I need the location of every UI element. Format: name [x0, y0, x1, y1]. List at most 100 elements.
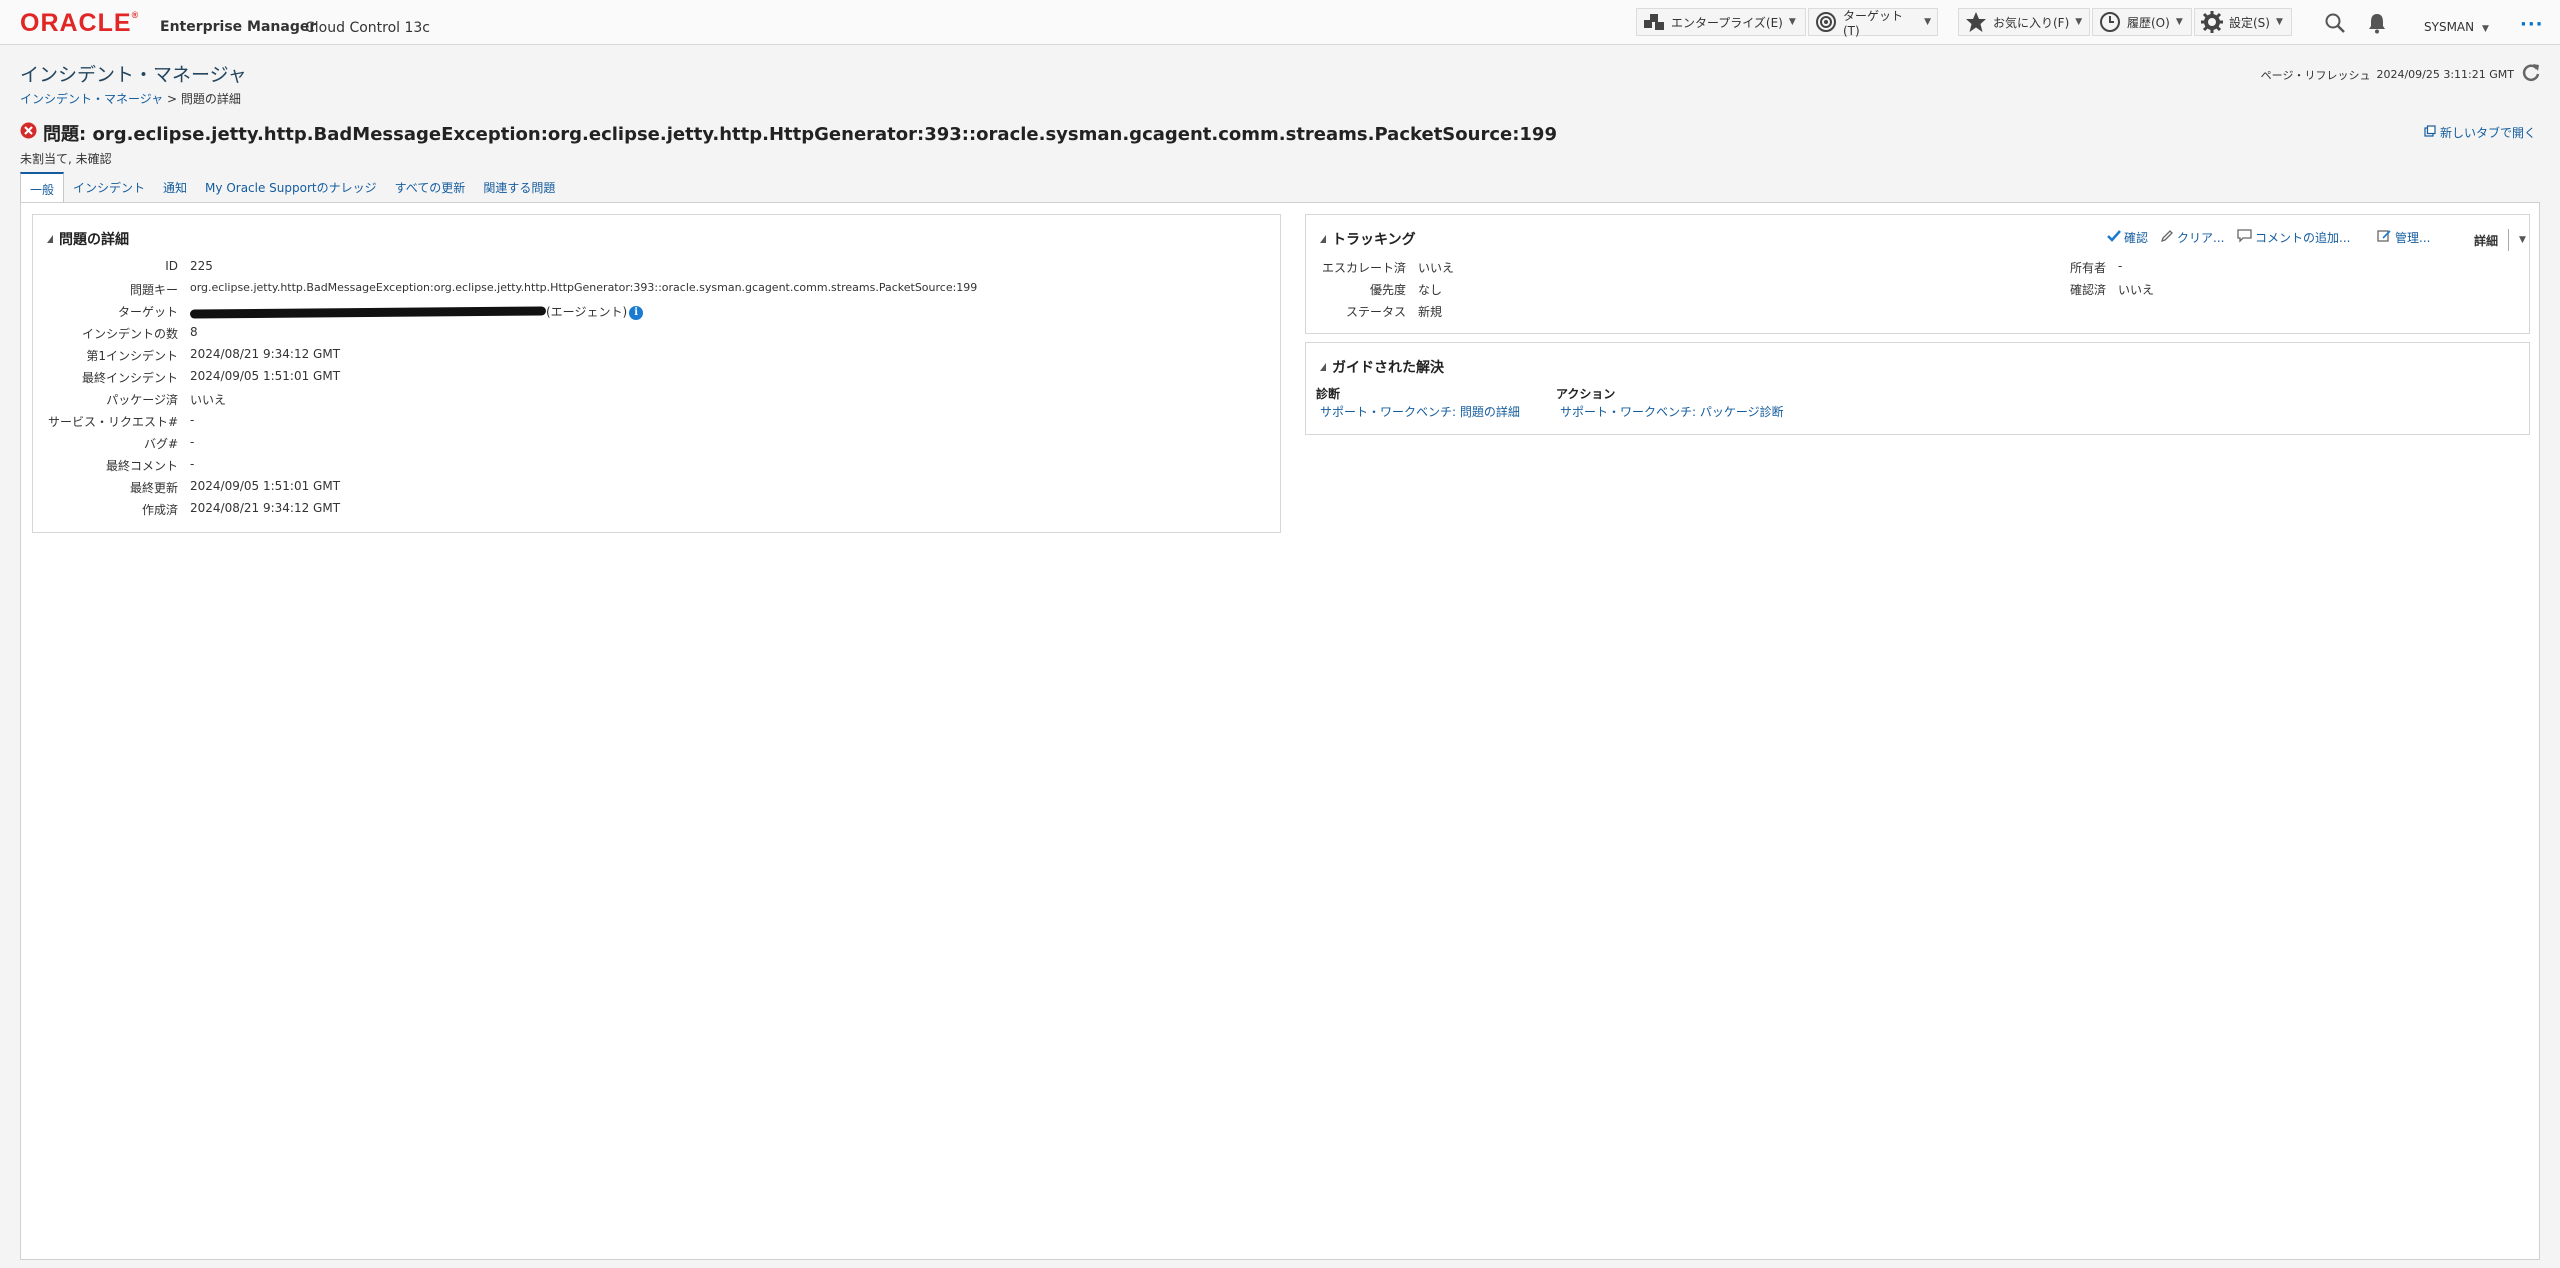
menu-enterprise-label: エンタープライズ(E) — [1671, 15, 1783, 30]
actions-header: アクション — [1556, 387, 1616, 401]
tracking-header[interactable]: トラッキング — [1320, 229, 1416, 249]
manage-label: 管理... — [2395, 231, 2431, 245]
target-value: (エージェント) i — [189, 303, 644, 320]
chevron-down-icon: ▼ — [2275, 17, 2283, 27]
detail-label: 最終更新 — [129, 481, 178, 495]
breadcrumb-separator: > — [167, 92, 178, 106]
bell-icon[interactable] — [2366, 12, 2388, 38]
tracking-label: エスカレート済 — [1321, 261, 1406, 275]
detail-value: 225 — [190, 259, 213, 273]
tracking-value: いいえ — [2118, 283, 2155, 297]
diagnostics-link[interactable]: サポート・ワークベンチ: 問題の詳細 — [1320, 403, 1520, 420]
breadcrumb: インシデント・マネージャ > 問題の詳細 — [20, 90, 241, 107]
more-menu-icon[interactable]: ··· — [2520, 14, 2544, 35]
chevron-down-icon: ▼ — [2519, 235, 2526, 245]
add-comment-button[interactable]: コメントの追加... — [2237, 229, 2350, 246]
star-icon — [1965, 11, 1987, 33]
pencil-icon — [2160, 229, 2174, 246]
tracking-value: - — [2118, 259, 2123, 273]
user-menu[interactable]: SYSMAN ▼ — [2424, 20, 2489, 34]
breadcrumb-current: 問題の詳細 — [180, 92, 241, 106]
menu-settings-label: 設定(S) — [2229, 15, 2270, 30]
detail-value: 2024/09/05 1:51:01 GMT — [190, 369, 341, 383]
search-icon[interactable] — [2324, 12, 2346, 38]
menu-targets[interactable]: ターゲット(T) ▼ — [1808, 8, 1938, 38]
tab-bar: 一般 インシデント 通知 My Oracle Supportのナレッジ すべての… — [20, 172, 564, 203]
chevron-down-icon: ▼ — [2075, 17, 2083, 27]
detail-value: 2024/08/21 9:34:12 GMT — [190, 501, 341, 515]
guided-resolution-header[interactable]: ガイドされた解決 — [1320, 357, 1444, 377]
chevron-down-icon: ▼ — [1924, 17, 1931, 27]
info-icon[interactable]: i — [629, 305, 644, 320]
gear-icon — [2201, 11, 2223, 33]
tab-notifications[interactable]: 通知 — [154, 172, 196, 202]
actions-link[interactable]: サポート・ワークベンチ: パッケージ診断 — [1560, 403, 1784, 420]
tracking-label: 所有者 — [2069, 261, 2106, 275]
product-edition: Cloud Control 13c — [305, 20, 431, 36]
tab-general[interactable]: 一般 — [20, 172, 65, 203]
collapse-triangle-icon — [47, 235, 53, 243]
tab-incidents[interactable]: インシデント — [64, 172, 154, 202]
clear-label: クリア... — [2177, 231, 2225, 245]
collapse-triangle-icon — [1320, 363, 1326, 371]
detail-value: 2024/08/21 9:34:12 GMT — [190, 347, 341, 361]
manage-button[interactable]: 管理... — [2377, 229, 2430, 246]
page-title: インシデント・マネージャ — [20, 64, 247, 86]
detail-value: 8 — [190, 325, 198, 339]
error-icon — [20, 122, 37, 144]
detail-menu[interactable]: 詳細 ▼ — [2474, 229, 2526, 251]
page-refresh: ページ・リフレッシュ 2024/09/25 3:11:21 GMT — [2261, 62, 2542, 87]
manage-icon — [2377, 229, 2392, 246]
user-name: SYSMAN — [2424, 20, 2475, 34]
tracking-label: ステータス — [1345, 305, 1406, 319]
refresh-time: 2024/09/25 3:11:21 GMT — [2376, 68, 2514, 81]
oracle-logo[interactable]: ORACLE® — [20, 11, 138, 36]
detail-label: インシデントの数 — [81, 327, 178, 341]
refresh-icon[interactable] — [2520, 62, 2542, 87]
separator — [2508, 229, 2510, 251]
top-bar: ORACLE® Enterprise Manager Cloud Control… — [0, 0, 2560, 45]
detail-label: 最終コメント — [105, 459, 178, 473]
tracking-value: 新規 — [1418, 305, 1443, 319]
checkmark-icon — [2107, 229, 2121, 246]
tab-all-updates[interactable]: すべての更新 — [386, 172, 475, 202]
menu-enterprise[interactable]: エンタープライズ(E) ▼ — [1636, 8, 1806, 36]
problem-status: 未割当て, 未確認 — [20, 152, 112, 166]
menu-favorites[interactable]: お気に入り(F) ▼ — [1958, 8, 2090, 36]
acknowledge-button[interactable]: 確認 — [2107, 229, 2148, 246]
tab-mos-knowledge[interactable]: My Oracle Supportのナレッジ — [196, 172, 386, 202]
tab-related-problems[interactable]: 関連する問題 — [474, 172, 564, 202]
guided-resolution-panel: ガイドされた解決 診断 サポート・ワークベンチ: 問題の詳細 アクション サポー… — [1305, 342, 2530, 435]
detail-value: - — [190, 413, 195, 427]
problem-details-panel: 問題の詳細 ID 225 問題キー org.eclipse.jetty.http… — [32, 214, 1281, 533]
clear-button[interactable]: クリア... — [2160, 229, 2224, 246]
problem-details-header[interactable]: 問題の詳細 — [47, 229, 129, 249]
acknowledge-label: 確認 — [2124, 231, 2149, 245]
guided-resolution-title: ガイドされた解決 — [1332, 360, 1444, 376]
clock-icon — [2099, 11, 2121, 33]
detail-menu-label: 詳細 — [2474, 233, 2499, 248]
detail-value: - — [190, 457, 195, 471]
product-name: Enterprise Manager — [160, 19, 317, 35]
menu-settings[interactable]: 設定(S) ▼ — [2194, 8, 2292, 36]
detail-label: ターゲット — [117, 305, 178, 319]
chevron-down-icon: ▼ — [1788, 17, 1796, 27]
refresh-label: ページ・リフレッシュ — [2260, 68, 2371, 82]
detail-label: バグ# — [143, 437, 178, 451]
chevron-down-icon: ▼ — [2175, 17, 2183, 27]
tracking-value: いいえ — [1418, 261, 1455, 275]
comment-icon — [2237, 229, 2252, 246]
menu-history[interactable]: 履歴(O) ▼ — [2092, 8, 2192, 36]
open-new-tab-link[interactable]: 新しいタブで開く — [2424, 124, 2536, 141]
problem-details-title: 問題の詳細 — [59, 232, 129, 248]
detail-label: サービス・リクエスト# — [47, 415, 178, 429]
problem-title-text: 問題: org.eclipse.jetty.http.BadMessageExc… — [43, 124, 1557, 145]
menu-history-label: 履歴(O) — [2127, 15, 2170, 30]
open-new-tab-label: 新しいタブで開く — [2440, 126, 2537, 140]
breadcrumb-link[interactable]: インシデント・マネージャ — [20, 92, 163, 106]
redacted-target-name[interactable] — [189, 306, 547, 319]
chevron-down-icon: ▼ — [2481, 24, 2489, 34]
tracking-panel: トラッキング 確認 クリア... コメントの追加... 管理... 詳細 ▼ エ… — [1305, 214, 2530, 334]
content-panel: 問題の詳細 ID 225 問題キー org.eclipse.jetty.http… — [20, 202, 2540, 1260]
diagnostics-header: 診断 — [1316, 387, 1341, 401]
